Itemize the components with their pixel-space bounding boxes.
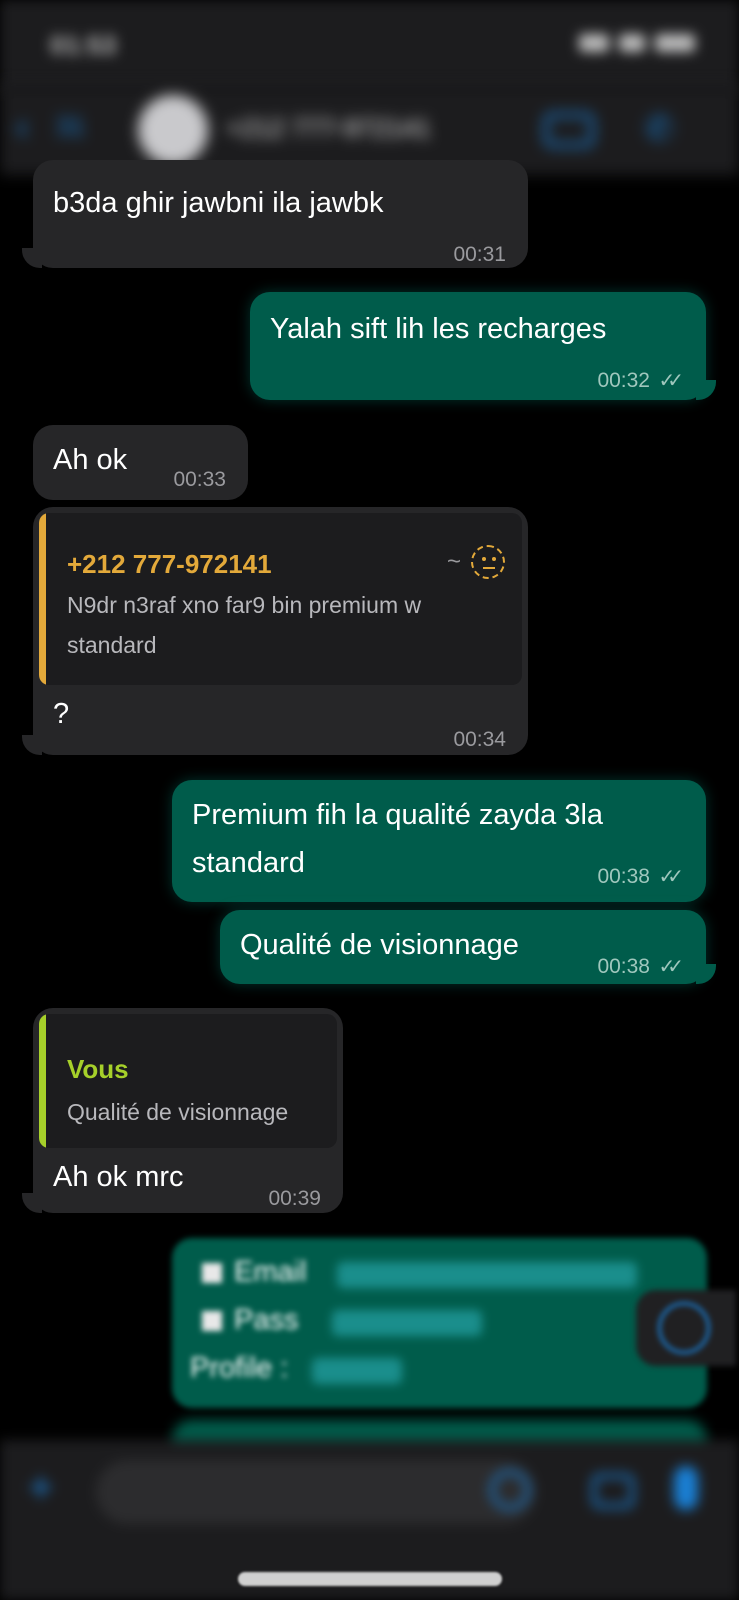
message-text: Email xyxy=(234,1256,307,1288)
bubble-tail xyxy=(696,964,716,984)
message-text: Yalah sift lih les recharges xyxy=(270,313,607,345)
bubble-tail xyxy=(22,1193,42,1213)
read-receipt-icon: ✓✓ xyxy=(658,370,683,392)
message-time: 00:31 xyxy=(453,243,506,266)
message-text: b3da ghir jawbni ila jawbk xyxy=(53,187,384,219)
home-indicator[interactable] xyxy=(238,1572,502,1586)
bubble-tail xyxy=(696,380,716,400)
contact-name[interactable]: +212 777-972141 xyxy=(226,113,431,144)
plus-icon[interactable]: + xyxy=(28,1466,54,1510)
message-text: Premium fih la qualité zayda 3la xyxy=(192,799,604,831)
checkbox-icon xyxy=(202,1263,222,1283)
message-bubble-outgoing[interactable]: Qualité de visionnage 00:38 ✓✓ xyxy=(220,910,706,984)
message-input[interactable] xyxy=(96,1460,536,1524)
read-receipt-icon: ✓✓ xyxy=(658,956,683,978)
message-bubble-outgoing[interactable]: Premium fih la qualité zayda 3la standar… xyxy=(172,780,706,902)
message-time: 00:38 xyxy=(597,955,650,978)
credential-line: Pass xyxy=(202,1304,298,1337)
camera-icon[interactable] xyxy=(592,1474,634,1508)
quote-accent-bar xyxy=(39,513,46,685)
status-icons xyxy=(569,34,699,54)
credential-line: Email xyxy=(202,1256,307,1289)
signal-icon xyxy=(579,34,609,52)
credential-line: Profile : xyxy=(190,1352,288,1385)
avatar[interactable] xyxy=(138,95,208,165)
checkbox-icon xyxy=(202,1311,222,1331)
quote-author: Vous xyxy=(67,1054,129,1084)
redacted-value xyxy=(312,1358,402,1384)
microphone-icon[interactable] xyxy=(674,1466,698,1510)
message-time: 00:39 xyxy=(268,1187,321,1210)
message-text: Ah ok mrc xyxy=(53,1161,184,1193)
message-bubble-incoming-reply[interactable]: +212 777-972141 ~ N9dr n3raf xno far9 bi… xyxy=(33,507,528,755)
message-text: standard xyxy=(192,847,305,879)
message-text: Pass xyxy=(234,1304,299,1336)
unread-count[interactable]: 31 xyxy=(56,111,85,142)
scroll-to-bottom-button[interactable] xyxy=(636,1290,736,1366)
contact-avatar-icon xyxy=(471,545,505,579)
quoted-message[interactable]: +212 777-972141 ~ N9dr n3raf xno far9 bi… xyxy=(39,513,522,685)
quote-text: Qualité de visionnage xyxy=(67,1099,289,1125)
message-text: Ah ok xyxy=(53,444,128,476)
chevron-down-icon xyxy=(658,1302,710,1354)
quote-text: standard xyxy=(67,632,157,658)
battery-icon xyxy=(655,34,695,52)
quoted-message[interactable]: Vous Qualité de visionnage xyxy=(39,1014,337,1148)
quote-author-prefix: ~ xyxy=(447,548,462,575)
video-call-icon[interactable] xyxy=(544,113,594,147)
message-bubble-incoming-reply[interactable]: Vous Qualité de visionnage Ah ok mrc 00:… xyxy=(33,1008,343,1213)
read-receipt-icon: ✓✓ xyxy=(658,866,683,888)
message-time: 00:34 xyxy=(453,728,506,751)
quote-accent-bar xyxy=(39,1014,46,1148)
quote-author: +212 777-972141 xyxy=(67,549,272,579)
message-text: Qualité de visionnage xyxy=(240,929,519,961)
sticker-icon[interactable] xyxy=(490,1470,530,1510)
message-text: ? xyxy=(53,698,70,730)
status-bar: 01:53 xyxy=(0,0,739,95)
redacted-value xyxy=(337,1262,637,1288)
message-time: 00:33 xyxy=(173,468,226,491)
message-bubble-outgoing[interactable]: Yalah sift lih les recharges 00:32 ✓✓ xyxy=(250,292,706,400)
wifi-icon xyxy=(619,34,645,52)
quote-text: N9dr n3raf xno far9 bin premium w xyxy=(67,592,422,618)
message-time: 00:32 xyxy=(597,369,650,392)
message-bubble-incoming[interactable]: b3da ghir jawbni ila jawbk 00:31 xyxy=(33,160,528,268)
message-bubble-outgoing-blurred[interactable]: Email Pass Profile : xyxy=(172,1238,707,1408)
redacted-value xyxy=(332,1310,482,1336)
message-bubble-incoming[interactable]: Ah ok 00:33 xyxy=(33,425,248,500)
status-time: 01:53 xyxy=(50,30,117,60)
bubble-tail xyxy=(22,248,42,268)
message-text: Profile : xyxy=(190,1352,289,1384)
chat-screen: 01:53 ‹ 31 +212 777-972141 ✆ b3da ghir j… xyxy=(0,0,739,1600)
bubble-tail xyxy=(22,735,42,755)
phone-call-icon[interactable]: ✆ xyxy=(645,109,683,149)
message-time: 00:38 xyxy=(597,865,650,888)
back-icon[interactable]: ‹ xyxy=(16,107,42,147)
